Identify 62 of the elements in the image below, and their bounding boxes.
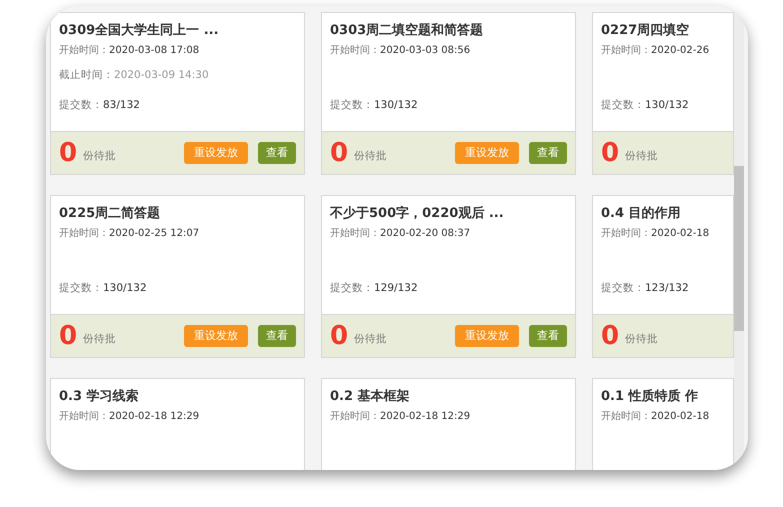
card-title: 不少于500字，0220观后 ... bbox=[330, 204, 505, 223]
card-title: 0.2 基本框架 bbox=[330, 388, 411, 406]
field-label: 开始时间： bbox=[330, 44, 380, 58]
field-label: 开始时间： bbox=[330, 226, 380, 241]
field-label: 提交数： bbox=[330, 281, 374, 296]
card-title: 0.1 性质特质 作 bbox=[601, 388, 700, 406]
pending-count: 0 bbox=[601, 323, 620, 349]
field-label: 提交数： bbox=[59, 281, 103, 296]
submit-count: 123/132 bbox=[645, 281, 689, 296]
field-label: 提交数： bbox=[601, 98, 645, 113]
submit-count: 83/132 bbox=[103, 98, 140, 113]
submit-count: 129/132 bbox=[374, 281, 418, 296]
pending-label: 份待批 bbox=[83, 149, 116, 164]
field-label: 开始时间： bbox=[59, 410, 109, 424]
pending-label: 份待批 bbox=[354, 149, 388, 164]
reset-button[interactable]: 重设发放 bbox=[184, 142, 248, 164]
card-title: 0309全国大学生同上一 ... bbox=[59, 22, 220, 40]
field-label: 开始时间： bbox=[601, 410, 651, 424]
field-label: 开始时间： bbox=[59, 44, 109, 58]
start-time: 2020-02-26 bbox=[651, 44, 710, 58]
pending-count: 0 bbox=[59, 323, 78, 349]
field-label: 开始时间： bbox=[330, 410, 380, 424]
field-label: 开始时间： bbox=[601, 44, 651, 58]
pending-label: 份待批 bbox=[354, 332, 388, 348]
start-time: 2020-02-20 08:37 bbox=[380, 227, 470, 241]
reset-button[interactable]: 重设发放 bbox=[184, 325, 248, 347]
start-time: 2020-02-18 12:29 bbox=[380, 410, 470, 424]
field-label: 提交数： bbox=[330, 98, 374, 113]
start-time: 2020-02-18 bbox=[651, 410, 710, 424]
field-label: 开始时间： bbox=[59, 226, 109, 241]
card-title: 0227周四填空 bbox=[601, 22, 690, 40]
pending-label: 份待批 bbox=[83, 332, 116, 348]
reset-button[interactable]: 重设发放 bbox=[455, 142, 519, 164]
field-label: 提交数： bbox=[59, 98, 103, 113]
submit-count: 130/132 bbox=[645, 98, 689, 113]
start-time: 2020-02-25 12:07 bbox=[109, 227, 200, 241]
card-title: 0.3 学习线索 bbox=[59, 388, 140, 406]
pending-count: 0 bbox=[330, 323, 348, 349]
submit-count: 130/132 bbox=[103, 281, 147, 296]
view-button[interactable]: 查看 bbox=[258, 325, 296, 347]
field-label: 开始时间： bbox=[601, 226, 651, 241]
start-time: 2020-02-18 bbox=[651, 227, 710, 241]
start-time: 2020-03-03 08:56 bbox=[380, 44, 470, 58]
field-label: 提交数： bbox=[601, 281, 645, 296]
start-time: 2020-02-18 12:29 bbox=[109, 410, 200, 424]
scrollbar-thumb[interactable] bbox=[734, 166, 744, 331]
view-button[interactable]: 查看 bbox=[529, 142, 567, 164]
card-title: 0303周二填空题和简答题 bbox=[330, 22, 484, 40]
pending-label: 份待批 bbox=[625, 332, 658, 348]
pending-count: 0 bbox=[330, 140, 348, 166]
card-title: 0225周二简答题 bbox=[59, 205, 162, 223]
card-title: 0.4 目的作用 bbox=[601, 205, 682, 223]
view-button[interactable]: 查看 bbox=[529, 325, 567, 347]
pending-count: 0 bbox=[601, 140, 620, 166]
pending-count: 0 bbox=[59, 140, 78, 166]
start-time: 2020-03-08 17:08 bbox=[109, 44, 200, 58]
view-button[interactable]: 查看 bbox=[258, 142, 296, 164]
field-label: 截止时间： bbox=[59, 68, 114, 83]
deadline-time: 2020-03-09 14:30 bbox=[114, 68, 209, 83]
reset-button[interactable]: 重设发放 bbox=[455, 325, 519, 347]
pending-label: 份待批 bbox=[625, 149, 658, 164]
submit-count: 130/132 bbox=[374, 98, 418, 113]
